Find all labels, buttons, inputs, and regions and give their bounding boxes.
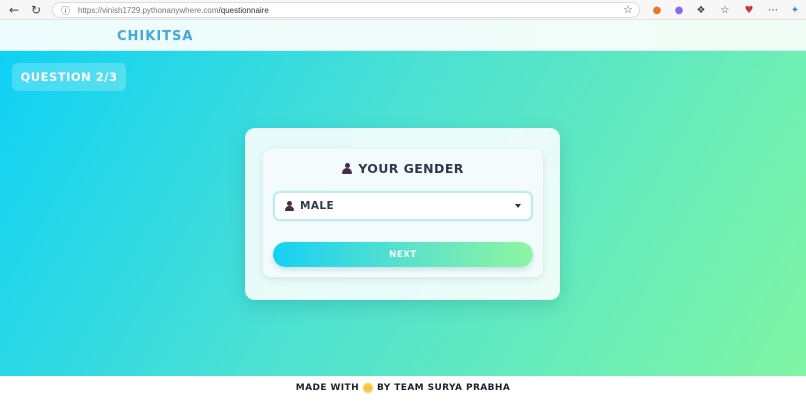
gender-select-value: MALE [300,200,335,212]
question-title: YOUR GENDER [263,158,543,178]
refresh-icon[interactable]: ↻ [28,2,44,18]
next-button[interactable]: NEXT [273,242,533,267]
site-info-icon[interactable]: ⓘ [61,4,70,17]
browser-essentials-icon[interactable]: ♥ [741,2,757,18]
sun-icon [364,384,373,392]
back-arrow-icon[interactable]: ← [6,2,22,18]
address-url: https://vinish1729.pythonanywhere.com/qu… [78,4,269,17]
footer-prefix: MADE WITH [295,383,360,393]
url-host: https://vinish1729.pythonanywhere.com [78,6,219,15]
url-path: /questionnaire [218,6,269,15]
purple-extension-icon[interactable]: ● [671,2,687,18]
favorites-icon[interactable]: ☆ [717,2,733,18]
copilot-icon[interactable]: ✦ [787,2,803,18]
favorite-star-icon[interactable]: ☆ [623,3,633,16]
person-icon [342,162,353,174]
address-bar[interactable]: ⓘ https://vinish1729.pythonanywhere.com/… [52,2,640,18]
browser-toolbar: ← ↻ ⓘ https://vinish1729.pythonanywhere.… [0,0,806,20]
footer-suffix: BY TEAM SURYA PRABHA [377,383,511,393]
footer-credit: MADE WITH BY TEAM SURYA PRABHA [0,381,806,395]
person-icon [285,201,294,211]
gender-select[interactable]: MALE [273,191,533,221]
fox-extension-icon[interactable]: ● [649,2,665,18]
chevron-down-icon [515,204,521,208]
more-menu-icon[interactable]: ⋯ [765,2,781,18]
extensions-puzzle-icon[interactable]: ❖ [693,2,709,18]
question-progress-badge: QUESTION 2/3 [12,63,126,91]
question-title-text: YOUR GENDER [358,160,464,176]
site-logo[interactable]: CHIKITSA [117,29,193,44]
